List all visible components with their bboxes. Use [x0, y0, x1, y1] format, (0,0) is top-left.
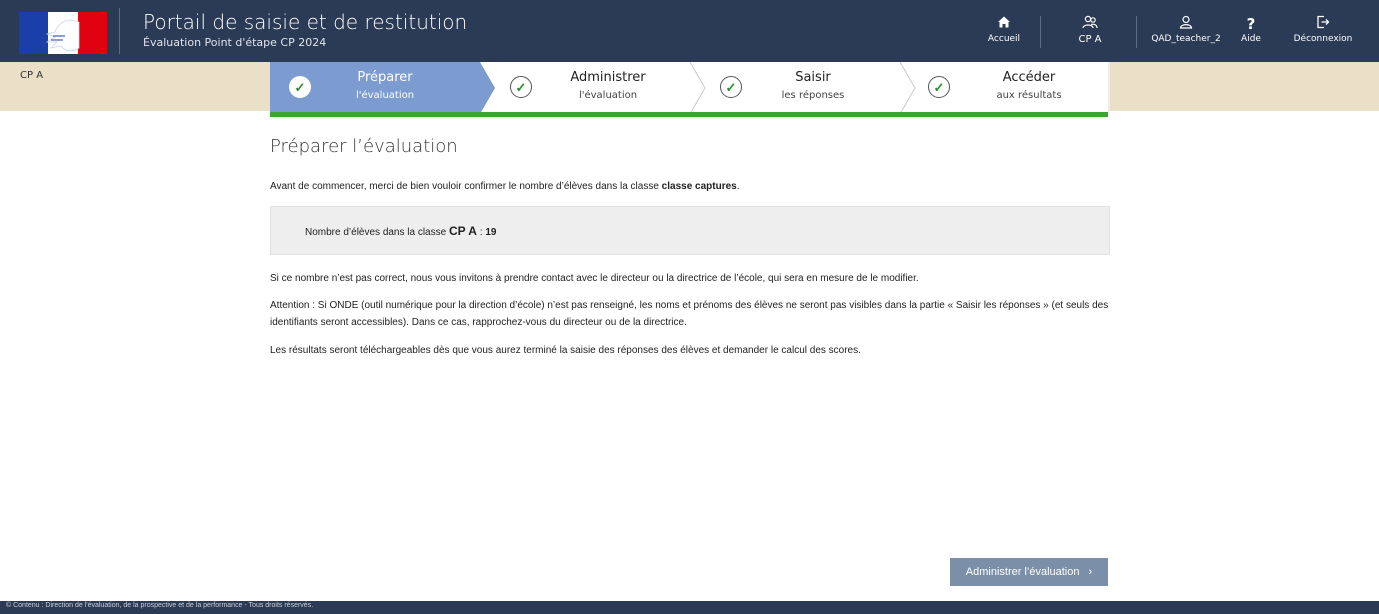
check-icon: ✓ — [510, 76, 532, 98]
nav-logout-label: Déconnexion — [1293, 34, 1353, 44]
home-icon — [984, 14, 1024, 34]
help-icon: ? — [1246, 15, 1256, 33]
chevron-right-icon: › — [1088, 566, 1093, 578]
check-icon: ✓ — [720, 76, 742, 98]
info-paragraph-2: Attention : Si ONDE (outil numérique pou… — [270, 300, 1109, 328]
check-icon: ✓ — [928, 76, 950, 98]
next-button-label: Administrer l’évaluation — [965, 566, 1080, 578]
logout-icon — [1290, 14, 1356, 34]
step-acceder[interactable]: ✓ Accéder aux résultats — [915, 62, 1110, 114]
count-label: Nombre d’élèves dans la classe — [305, 227, 447, 238]
nav-help[interactable]: ? Aide — [1236, 14, 1266, 44]
nav-home-label: Accueil — [987, 34, 1021, 44]
step-preparer-subtitle: l'évaluation — [355, 90, 415, 101]
step-saisir[interactable]: ✓ Saisir les réponses — [705, 62, 905, 114]
nav-user-label: QAD_teacher_2 — [1151, 34, 1221, 44]
step-saisir-subtitle: les réponses — [781, 90, 845, 101]
republique-francaise-logo[interactable] — [19, 12, 107, 54]
nav-class-label: CP A — [1078, 34, 1102, 45]
check-icon: ✓ — [289, 76, 311, 98]
banner-class-name: CP A — [20, 70, 44, 81]
top-header: Portail de saisie et de restitution Éval… — [0, 0, 1379, 62]
users-icon — [1070, 14, 1110, 34]
user-icon — [1146, 14, 1226, 34]
nav-logout[interactable]: Déconnexion — [1290, 14, 1356, 44]
intro-prefix: Avant de commencer, merci de bien vouloi… — [270, 181, 662, 192]
header-separator — [119, 8, 120, 54]
nav-separator — [1040, 16, 1041, 48]
intro-text: Avant de commencer, merci de bien vouloi… — [270, 181, 740, 192]
nav-help-label: Aide — [1241, 34, 1261, 44]
progress-steps: ✓ Préparer l'évaluation ✓ Administrer l'… — [270, 62, 1110, 114]
page-title: Préparer l’évaluation — [270, 136, 458, 157]
info-paragraph-3: Les résultats seront téléchargeables dès… — [270, 345, 861, 356]
progress-bar — [270, 112, 1108, 117]
nav-class[interactable]: CP A — [1070, 14, 1110, 45]
intro-class-name: classe captures — [661, 181, 737, 192]
step-administrer[interactable]: ✓ Administrer l'évaluation — [495, 62, 695, 114]
info-paragraph-1: Si ce nombre n’est pas correct, nous vou… — [270, 273, 919, 284]
footer: © Contenu : Direction de l'évaluation, d… — [0, 601, 1379, 614]
marianne-profile-icon — [45, 19, 80, 52]
app-title: Portail de saisie et de restitution — [143, 10, 468, 34]
footer-copyright: © Contenu : Direction de l'évaluation, d… — [6, 602, 314, 609]
administrer-evaluation-button[interactable]: Administrer l’évaluation › — [950, 558, 1108, 586]
flag-red — [77, 12, 107, 54]
intro-suffix: . — [736, 181, 740, 192]
count-class-name: CP A — [448, 224, 477, 238]
student-count-box: Nombre d’élèves dans la classe CP A : 19 — [270, 206, 1110, 255]
nav-separator — [1136, 16, 1137, 48]
step-preparer[interactable]: ✓ Préparer l'évaluation — [270, 62, 495, 114]
step-acceder-subtitle: aux résultats — [996, 90, 1062, 101]
step-acceder-title: Accéder — [1002, 70, 1056, 85]
step-administrer-title: Administrer — [570, 70, 646, 85]
nav-home[interactable]: Accueil — [984, 14, 1024, 44]
student-count-value: 19 — [485, 227, 497, 238]
student-count-text: Nombre d’élèves dans la classe CP A : 19 — [305, 224, 496, 238]
nav-user[interactable]: QAD_teacher_2 — [1146, 14, 1226, 44]
step-preparer-title: Préparer — [357, 70, 413, 85]
step-saisir-title: Saisir — [795, 70, 831, 85]
step-administrer-subtitle: l'évaluation — [578, 90, 638, 101]
app-subtitle: Évaluation Point d'étape CP 2024 — [143, 36, 327, 49]
